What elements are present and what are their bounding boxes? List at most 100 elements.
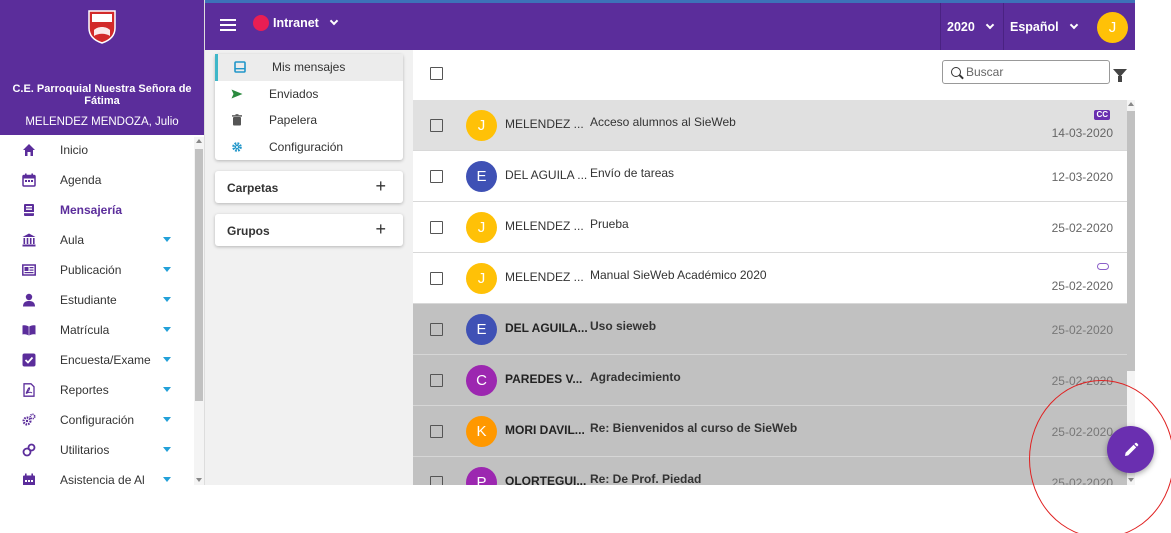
grupos-section[interactable]: Grupos + [215, 214, 403, 246]
caret-down-icon [163, 267, 171, 272]
sender-avatar: K [466, 416, 497, 447]
pdf-icon [22, 383, 36, 397]
search-input[interactable]: Buscar [942, 60, 1110, 84]
filter-icon[interactable] [1113, 69, 1127, 82]
scrollbar-thumb[interactable] [195, 149, 203, 401]
add-folder-button[interactable]: + [375, 177, 386, 195]
compose-button[interactable] [1107, 426, 1154, 473]
message-sender: DEL AGUILA... [505, 321, 588, 335]
sidebar-item-encuesta[interactable]: Encuesta/Exame [0, 345, 193, 375]
gears-icon [22, 413, 36, 427]
caret-down-icon [163, 357, 171, 362]
message-row[interactable]: J MELENDEZ ... Acceso alumnos al SieWeb CC 1… [413, 100, 1127, 151]
sidebar-item-asistencia[interactable]: Asistencia de Al [0, 465, 193, 485]
sidebar-item-label: Utilitarios [60, 443, 110, 457]
sidebar-item-label: Inicio [60, 143, 89, 157]
select-all-checkbox[interactable] [430, 67, 443, 80]
sidebar-item-mensajeria[interactable]: Mensajería [0, 195, 193, 225]
app-window: C.E. Parroquial Nuestra Señora de Fátima… [0, 0, 1135, 485]
sidebar-item-label: Estudiante [60, 293, 117, 307]
app-selector[interactable]: Intranet [253, 15, 339, 31]
scroll-down-icon[interactable] [196, 478, 202, 482]
message-sender: MORI DAVIL... [505, 423, 585, 437]
message-row[interactable]: E DEL AGUILA... Uso sieweb 25-02-2020 [413, 304, 1127, 355]
message-date: 14-03-2020 [1051, 126, 1113, 140]
home-icon [22, 143, 36, 157]
sidebar-item-estudiante[interactable]: Estudiante [0, 285, 193, 315]
message-subject: Re: Bienvenidos al curso de SieWeb [590, 421, 798, 435]
message-subject: Manual SieWeb Académico 2020 [590, 268, 767, 282]
message-checkbox[interactable] [430, 476, 443, 485]
chevron-down-icon [985, 20, 995, 29]
sidebar-scrollbar[interactable] [194, 137, 204, 485]
send-icon [231, 89, 243, 98]
message-row[interactable]: K MORI DAVIL... Re: Bienvenidos al curso d… [413, 406, 1127, 457]
folder-papelera[interactable]: Papelera [215, 107, 403, 134]
message-checkbox[interactable] [430, 221, 443, 234]
newspaper-icon [22, 263, 36, 277]
message-checkbox[interactable] [430, 272, 443, 285]
scroll-down-icon[interactable] [1128, 478, 1134, 482]
sidebar-item-label: Publicación [60, 263, 122, 277]
sender-avatar: E [466, 314, 497, 345]
chevron-down-icon [329, 16, 339, 26]
message-row[interactable]: C PAREDES V... Agradecimiento 25-02-2020 [413, 355, 1127, 406]
message-checkbox[interactable] [430, 170, 443, 183]
app-selector-label: Intranet [273, 16, 319, 30]
sidebar-item-utilitarios[interactable]: Utilitarios [0, 435, 193, 465]
sidebar-item-label: Asistencia de Al [60, 473, 145, 485]
message-row[interactable]: J MELENDEZ ... Manual SieWeb Académico 202… [413, 253, 1127, 304]
message-sender: MELENDEZ ... [505, 117, 584, 131]
scrollbar-thumb[interactable] [1127, 111, 1135, 371]
attachment-icon [1097, 263, 1109, 270]
message-date: 25-02-2020 [1051, 279, 1113, 293]
school-logo[interactable] [88, 10, 116, 44]
chevron-down-icon [1069, 20, 1078, 29]
sender-avatar: J [466, 110, 497, 141]
hamburger-icon[interactable] [220, 16, 236, 34]
carpetas-section[interactable]: Carpetas + [215, 171, 403, 203]
language-select[interactable]: Español [1003, 3, 1087, 50]
trash-icon [232, 114, 242, 126]
sender-avatar: E [466, 161, 497, 192]
cc-badge-icon: CC [1094, 110, 1110, 120]
folder-label: Papelera [269, 113, 318, 127]
mailbox-list: Mis mensajes Enviados Papelera Configura… [215, 54, 403, 160]
sidebar-item-agenda[interactable]: Agenda [0, 165, 193, 195]
message-rows: J MELENDEZ ... Acceso alumnos al SieWeb CC 1… [413, 100, 1127, 485]
sidebar-item-reportes[interactable]: Reportes [0, 375, 193, 405]
folder-enviados[interactable]: Enviados [215, 81, 403, 108]
message-subject: Uso sieweb [590, 319, 657, 333]
grupos-label: Grupos [227, 224, 270, 238]
language-select-value: Español [1010, 19, 1059, 34]
sidebar-item-label: Encuesta/Exame [60, 353, 151, 367]
message-checkbox[interactable] [430, 119, 443, 132]
sidebar-item-matricula[interactable]: Matrícula [0, 315, 193, 345]
folder-mis-mensajes[interactable]: Mis mensajes [215, 54, 403, 81]
sidebar-item-inicio[interactable]: Inicio [0, 135, 193, 165]
student-icon [22, 293, 36, 307]
folders-panel: Mis mensajes Enviados Papelera Configura… [215, 54, 403, 246]
message-checkbox[interactable] [430, 374, 443, 387]
message-subject: Acceso alumnos al SieWeb [590, 115, 736, 129]
user-avatar[interactable]: J [1097, 12, 1128, 43]
sidebar-item-configuracion[interactable]: Configuración [0, 405, 193, 435]
message-date: 25-02-2020 [1051, 221, 1113, 235]
message-row[interactable]: E DEL AGUILA ... Envío de tareas 12-03-2020 [413, 151, 1127, 202]
scroll-up-icon[interactable] [196, 139, 202, 143]
folder-configuracion[interactable]: Configuración [215, 134, 403, 161]
scroll-up-icon[interactable] [1128, 102, 1134, 106]
sender-avatar: J [466, 263, 497, 294]
year-select[interactable]: 2020 [940, 3, 998, 50]
message-checkbox[interactable] [430, 323, 443, 336]
message-list-header: Buscar [413, 50, 1135, 100]
caret-down-icon [163, 237, 171, 242]
sidebar-item-aula[interactable]: Aula [0, 225, 193, 255]
message-sender: OLORTEGUI... [505, 474, 587, 485]
add-group-button[interactable]: + [375, 220, 386, 238]
pencil-icon [1124, 442, 1138, 456]
message-row[interactable]: J MELENDEZ ... Prueba 25-02-2020 [413, 202, 1127, 253]
message-row[interactable]: P OLORTEGUI... Re: De Prof. Piedad 25-02-20… [413, 457, 1127, 485]
message-checkbox[interactable] [430, 425, 443, 438]
sidebar-item-publicacion[interactable]: Publicación [0, 255, 193, 285]
